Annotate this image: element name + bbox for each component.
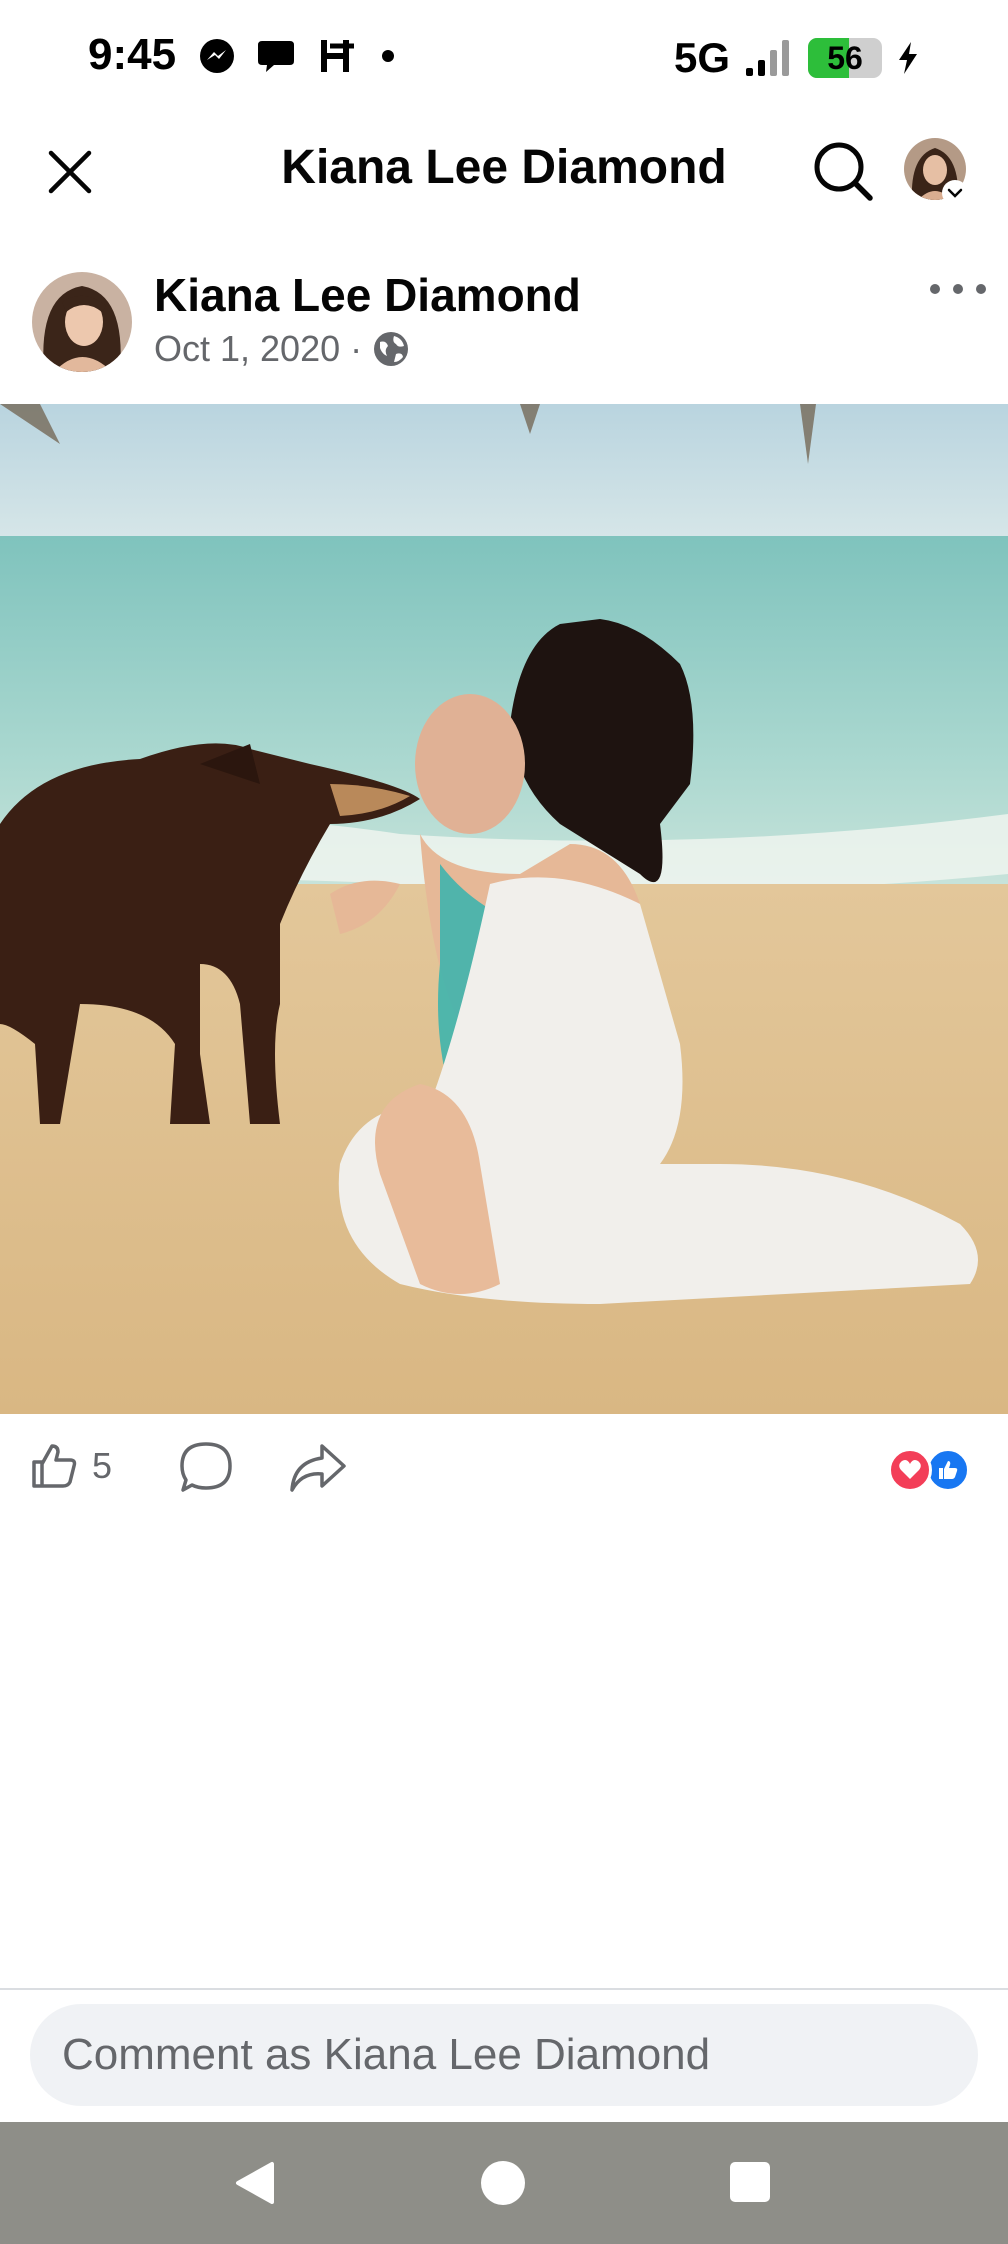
- charging-bolt-icon: [899, 42, 917, 74]
- chevron-down-icon: [947, 188, 963, 198]
- recents-icon[interactable]: [730, 2162, 770, 2202]
- more-options-button[interactable]: [930, 274, 986, 304]
- post-photo[interactable]: [0, 404, 1008, 1414]
- more-options-dot: [976, 284, 986, 294]
- comment-icon: [180, 1442, 232, 1492]
- battery-icon: 56: [808, 38, 882, 78]
- share-button[interactable]: [288, 1440, 348, 1496]
- post-action-bar: 5: [0, 1430, 1008, 1510]
- reaction-summary[interactable]: [888, 1448, 970, 1492]
- status-notification-icons: [198, 36, 398, 76]
- beach-dog-photo: [0, 404, 1008, 1414]
- profile-photo: [32, 272, 132, 372]
- comment-divider: [0, 1988, 1008, 1990]
- post-meta: Oct 1, 2020 ·: [154, 328, 410, 370]
- post-date[interactable]: Oct 1, 2020: [154, 328, 340, 370]
- status-bar: 9:45 5G 56: [0, 0, 1008, 118]
- chat-bubble-icon: [258, 41, 294, 72]
- meta-separator: ·: [350, 328, 363, 369]
- post-author-name[interactable]: Kiana Lee Diamond: [154, 268, 581, 322]
- h-app-icon: [321, 40, 354, 72]
- comment-input[interactable]: Comment as Kiana Lee Diamond: [30, 2004, 978, 2106]
- network-type: 5G: [673, 34, 730, 81]
- battery-percent: 56: [827, 39, 863, 76]
- like-count: 5: [92, 1445, 113, 1486]
- home-icon[interactable]: [481, 2161, 525, 2205]
- thumbs-up-small-icon: [939, 1461, 958, 1479]
- back-icon[interactable]: [230, 2158, 280, 2208]
- system-nav-bar: [0, 2122, 1008, 2244]
- globe-icon: [374, 332, 409, 366]
- signal-icon: [746, 40, 789, 76]
- status-system-icons: 5G 56: [674, 34, 920, 82]
- top-header: Kiana Lee Diamond: [0, 118, 1008, 220]
- heart-icon: [899, 1460, 921, 1479]
- more-options-dot: [953, 284, 963, 294]
- post-author-avatar[interactable]: [32, 272, 132, 372]
- status-time: 9:45: [88, 30, 177, 79]
- comment-button[interactable]: [178, 1440, 234, 1496]
- like-button[interactable]: 5: [28, 1440, 112, 1492]
- more-options-icon: [930, 284, 940, 294]
- post-header: Kiana Lee Diamond Oct 1, 2020 ·: [0, 262, 1008, 382]
- messenger-icon: [200, 39, 234, 73]
- love-reaction-icon: [888, 1448, 932, 1492]
- share-icon: [290, 1444, 346, 1492]
- search-button[interactable]: [810, 138, 876, 204]
- account-switcher[interactable]: [942, 180, 968, 206]
- search-icon: [814, 142, 873, 201]
- thumbs-up-icon: [32, 1444, 77, 1488]
- notification-dot-icon: [382, 50, 394, 62]
- like-reaction-icon: [926, 1448, 970, 1492]
